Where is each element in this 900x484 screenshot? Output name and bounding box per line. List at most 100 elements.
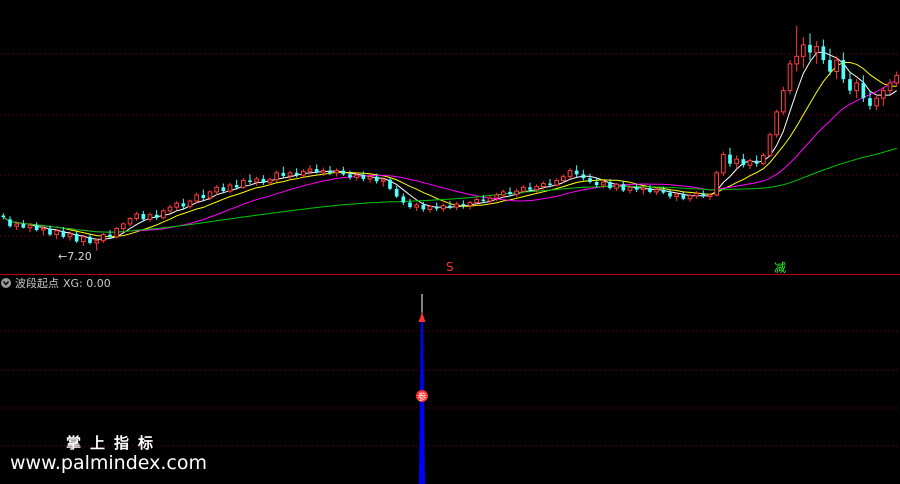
candle-body-96 <box>641 187 646 191</box>
candle-body-88 <box>588 178 592 182</box>
candle-body-47 <box>314 169 319 173</box>
candle-body-94 <box>627 186 633 191</box>
candle-body-13 <box>88 236 92 243</box>
candle-body-130 <box>868 98 872 106</box>
candle-body-25 <box>167 206 173 212</box>
candle-body-97 <box>648 188 652 192</box>
candle-body-24 <box>161 210 166 219</box>
candle-body-74 <box>494 194 500 199</box>
candle-body-109 <box>728 154 732 164</box>
candle-body-63 <box>421 204 426 210</box>
candle-body-113 <box>754 160 759 164</box>
candle-body-103 <box>687 195 693 200</box>
candle-body-52 <box>348 174 352 178</box>
candle-body-119 <box>794 55 799 65</box>
candle-body-84 <box>561 176 566 181</box>
candle-body-102 <box>681 194 686 199</box>
candle-body-83 <box>554 179 559 186</box>
candle-body-67 <box>448 205 452 208</box>
candle-body-69 <box>461 204 466 206</box>
candle-body-39 <box>261 178 266 183</box>
candle-body-44 <box>294 172 299 176</box>
candle-body-118 <box>787 63 793 92</box>
candle-body-37 <box>248 180 252 182</box>
candle-body-8 <box>54 230 59 236</box>
candle-body-90 <box>601 181 606 186</box>
candle-body-36 <box>241 179 246 188</box>
candle-body-100 <box>668 192 672 197</box>
candle-body-3 <box>21 223 26 228</box>
candle-body-1 <box>8 219 12 227</box>
candle-body-76 <box>508 191 512 195</box>
candle-body-49 <box>328 170 332 173</box>
candle-body-68 <box>454 203 460 208</box>
candle-body-114 <box>761 154 766 165</box>
candle-body-111 <box>741 159 746 166</box>
candle-body-0 <box>1 215 6 218</box>
buy-signal-label: S <box>446 260 454 274</box>
candle-body-32 <box>214 186 219 193</box>
candle-body-124 <box>828 60 832 72</box>
candle-body-56 <box>374 176 379 182</box>
candle-body-110 <box>734 158 739 165</box>
candle-body-72 <box>481 199 486 202</box>
candle-body-59 <box>394 188 399 197</box>
candle-body-99 <box>661 189 666 193</box>
candle-body-62 <box>414 204 420 208</box>
candle-body-5 <box>34 225 39 230</box>
candle-body-78 <box>521 186 526 192</box>
candle-body-23 <box>154 214 159 218</box>
candle-body-85 <box>567 170 573 178</box>
candle-body-87 <box>581 174 586 179</box>
candle-body-43 <box>287 172 293 177</box>
indicator-name: 波段起点 <box>15 277 59 290</box>
candle-body-64 <box>427 205 433 210</box>
candle-body-2 <box>14 223 19 227</box>
candle-body-42 <box>281 172 286 176</box>
candle-body-132 <box>881 90 886 99</box>
candle-body-19 <box>127 218 133 225</box>
candle-body-82 <box>548 183 552 186</box>
candle-body-125 <box>834 59 839 73</box>
candle-body-115 <box>767 134 773 156</box>
candle-body-10 <box>67 233 73 238</box>
candle-body-38 <box>254 178 259 183</box>
candle-body-33 <box>221 187 226 192</box>
candle-body-34 <box>227 184 233 192</box>
candle-body-16 <box>108 234 112 237</box>
candle-body-21 <box>141 214 146 220</box>
candle-body-58 <box>388 179 392 189</box>
candle-body-65 <box>434 206 439 209</box>
candle-body-106 <box>707 194 713 197</box>
candle-body-92 <box>614 183 619 189</box>
candle-body-51 <box>341 170 346 175</box>
candle-body-54 <box>361 175 366 179</box>
candle-body-93 <box>621 184 626 191</box>
candle-body-70 <box>467 202 473 207</box>
candle-body-134 <box>894 74 899 84</box>
candle-body-41 <box>274 172 280 181</box>
ma5-line <box>3 51 897 240</box>
candle-body-121 <box>808 44 812 53</box>
candle-body-61 <box>408 202 412 208</box>
candle-body-128 <box>854 82 859 92</box>
candle-body-80 <box>534 186 539 191</box>
candle-body-91 <box>608 182 612 189</box>
candle-body-46 <box>307 168 313 172</box>
candle-body-45 <box>301 170 306 176</box>
candle-body-131 <box>874 97 879 107</box>
candlesticks <box>1 25 899 251</box>
candle-body-11 <box>74 233 79 242</box>
candle-body-27 <box>181 203 186 207</box>
candle-body-26 <box>174 202 179 208</box>
low-price-label: ←7.20 <box>58 250 92 263</box>
candle-body-53 <box>354 174 360 178</box>
candle-body-17 <box>114 227 120 238</box>
candle-body-73 <box>487 197 493 202</box>
candle-body-126 <box>841 60 846 80</box>
candle-body-105 <box>701 193 706 197</box>
ma10-line <box>3 62 897 238</box>
collapse-icon[interactable] <box>1 278 11 288</box>
candle-body-104 <box>694 192 699 197</box>
candle-body-28 <box>187 200 193 207</box>
